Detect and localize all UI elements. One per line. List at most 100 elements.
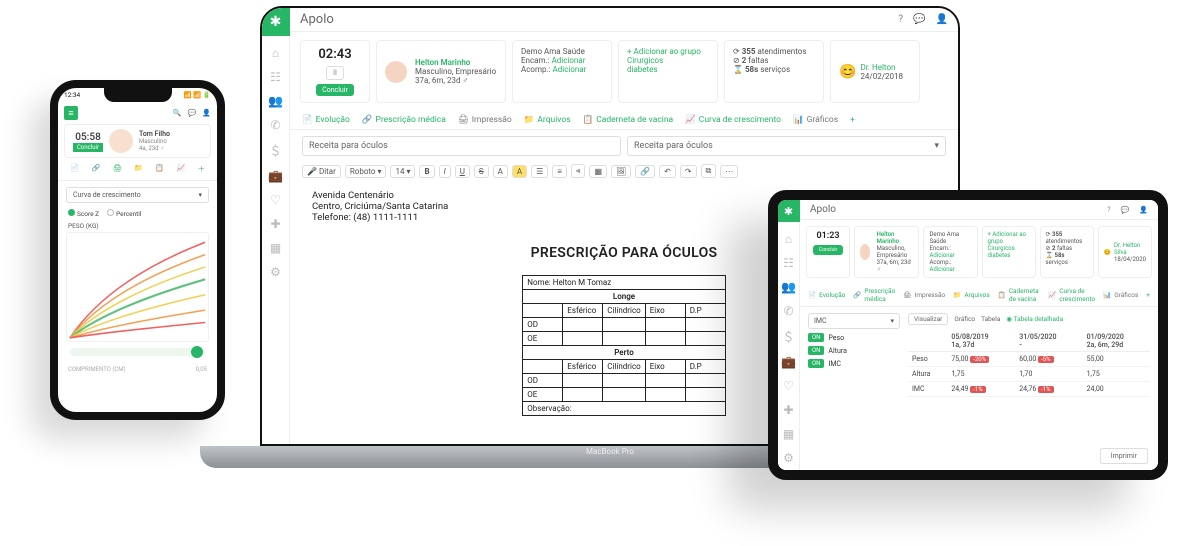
tablet-tab-graficos[interactable]: 📊 Gráficos xyxy=(1103,287,1138,303)
encam-add-link[interactable]: Adicionar xyxy=(552,56,586,65)
tab-icon-6[interactable]: 📈 xyxy=(177,164,186,174)
tab-icon-7[interactable]: ＋ xyxy=(198,164,205,174)
doc-template-select[interactable]: Receita para óculos▾ xyxy=(627,136,946,156)
dollar-icon[interactable]: ＄ xyxy=(269,142,281,159)
table-icon[interactable]: ▦ xyxy=(589,165,607,178)
tablet-tab-curva[interactable]: 📈 Curva de crescimento xyxy=(1048,287,1095,303)
textcolor-button[interactable]: A xyxy=(493,165,508,178)
tag-peso[interactable]: ONPeso xyxy=(808,333,900,342)
group-tag-2[interactable]: diabetes xyxy=(627,65,709,74)
size-select[interactable]: 14 ▾ xyxy=(390,165,415,178)
tablet-tab-prescricao[interactable]: 🔗 Prescrição médica xyxy=(853,287,895,303)
concluir-button[interactable]: Concluir xyxy=(316,84,354,96)
redo-icon[interactable]: ↷ xyxy=(680,165,697,178)
briefcase-icon[interactable]: 💼 xyxy=(268,169,283,183)
dollar-icon[interactable]: ＄ xyxy=(782,328,794,345)
tablet-tab-caderneta[interactable]: 📋 Caderneta de vacina xyxy=(998,287,1040,303)
tablet-metric-select[interactable]: IMC▾ xyxy=(808,313,900,329)
app-logo-icon[interactable]: ✱ xyxy=(778,200,800,222)
phone-concluir-button[interactable]: Concluir xyxy=(73,143,103,152)
tab-graficos[interactable]: 📊 Gráficos xyxy=(793,115,838,125)
heart-icon[interactable]: ♡ xyxy=(270,193,281,207)
users-icon[interactable]: 👥 xyxy=(268,94,283,108)
briefcase-icon[interactable]: 💼 xyxy=(781,355,796,369)
chat-icon[interactable]: 💬 xyxy=(188,109,197,117)
avatar-icon[interactable]: 👤 xyxy=(202,109,211,117)
tab-arquivos[interactable]: 📁 Arquivos xyxy=(524,115,571,125)
visualizar-button[interactable]: Visualizar xyxy=(908,313,948,325)
view-tabela[interactable]: Tabela xyxy=(981,315,1000,323)
view-grafico[interactable]: Gráfico xyxy=(954,315,975,323)
heart-icon[interactable]: ♡ xyxy=(783,379,794,393)
tablet-acomp-link[interactable]: Adicionar xyxy=(929,266,954,273)
radio-percentil[interactable]: Percentil xyxy=(107,209,141,218)
align-icon[interactable]: ⫷ xyxy=(571,164,586,178)
phone-icon[interactable]: ✆ xyxy=(783,304,793,318)
link-icon[interactable]: 🔗 xyxy=(635,165,655,178)
font-select[interactable]: Roboto ▾ xyxy=(345,165,387,178)
doc-title-input[interactable]: Receita para óculos xyxy=(302,136,621,156)
app-logo-icon[interactable]: ✱ xyxy=(262,8,290,36)
tag-altura[interactable]: ONAltura xyxy=(808,346,900,355)
chat-icon[interactable]: 💬 xyxy=(1121,206,1130,214)
calendar-icon[interactable]: ☷ xyxy=(270,70,281,84)
tab-icon-3[interactable]: 🖨 xyxy=(113,164,122,174)
gear-icon[interactable]: ⚙ xyxy=(783,451,794,465)
tab-caderneta[interactable]: 📋 Caderneta de vacina xyxy=(583,115,674,125)
users-icon[interactable]: 👥 xyxy=(781,280,796,294)
home-icon[interactable]: ⌂ xyxy=(785,232,792,246)
gear-icon[interactable]: ⚙ xyxy=(270,265,281,279)
italic-button[interactable]: I xyxy=(439,165,451,178)
health-icon[interactable]: ✚ xyxy=(783,403,793,417)
user-avatar-icon[interactable]: 👤 xyxy=(936,14,948,25)
ditar-button[interactable]: 🎤 Ditar xyxy=(302,165,341,178)
chat-icon[interactable]: 💬 xyxy=(913,14,925,25)
help-icon[interactable]: ? xyxy=(898,14,903,25)
strike-button[interactable]: S xyxy=(474,165,489,178)
hamburger-icon[interactable]: ≡ xyxy=(64,106,78,120)
tab-evolucao[interactable]: 📄 Evolução xyxy=(302,115,350,125)
tablet-patient-name[interactable]: Helton Marinho xyxy=(877,231,914,245)
image-icon[interactable]: 🖼 xyxy=(611,165,631,178)
grid-icon[interactable]: ▦ xyxy=(270,241,281,255)
help-icon[interactable]: ? xyxy=(1107,206,1110,214)
user-avatar-icon[interactable]: 👤 xyxy=(1139,206,1148,214)
tablet-concluir-button[interactable]: Concluir xyxy=(813,245,843,255)
tablet-encam-link[interactable]: Adicionar xyxy=(929,252,954,259)
underline-button[interactable]: U xyxy=(455,165,470,178)
health-icon[interactable]: ✚ xyxy=(270,217,280,231)
undo-icon[interactable]: ↶ xyxy=(659,165,676,178)
imprimir-button[interactable]: Imprimir xyxy=(1100,448,1148,464)
tablet-tab-impressao[interactable]: 🖨 Impressão xyxy=(903,287,945,303)
tab-icon-1[interactable]: 📄 xyxy=(70,164,79,174)
tab-add[interactable]: + xyxy=(850,115,855,125)
copy-icon[interactable]: ⧉ xyxy=(701,164,717,178)
tablet-tab-arquivos[interactable]: 📁 Arquivos xyxy=(953,287,990,303)
tablet-tab-add[interactable]: + xyxy=(1146,287,1150,303)
home-icon[interactable]: ⌂ xyxy=(272,46,279,60)
radio-scorez[interactable]: Score Z xyxy=(68,209,99,218)
more-icon[interactable]: ⋯ xyxy=(720,165,738,178)
tablet-add-group[interactable]: + Adicionar ao grupo xyxy=(988,231,1030,245)
pause-button[interactable]: II xyxy=(326,66,344,80)
search-icon[interactable]: 🔍 xyxy=(173,109,182,117)
add-group-link[interactable]: + Adicionar ao grupo xyxy=(627,47,709,56)
tab-curva[interactable]: 📈 Curva de crescimento xyxy=(685,115,781,125)
tab-icon-5[interactable]: 📋 xyxy=(155,164,164,174)
acomp-add-link[interactable]: Adicionar xyxy=(553,65,587,74)
highlight-button[interactable]: A xyxy=(512,165,527,178)
tag-imc[interactable]: ONIMC xyxy=(808,359,900,368)
view-detalhada[interactable]: ◉ Tabela detalhada xyxy=(1006,315,1063,323)
tablet-tab-evolucao[interactable]: 📄 Evolução xyxy=(808,287,845,303)
group-tag-1[interactable]: Cirurgicos xyxy=(627,56,709,65)
tab-impressao[interactable]: 🖨 Impressão xyxy=(458,115,512,125)
tab-icon-2[interactable]: 🔗 xyxy=(91,164,100,174)
phone-icon[interactable]: ✆ xyxy=(270,118,280,132)
calendar-icon[interactable]: ☷ xyxy=(783,256,794,270)
phone-chart-select[interactable]: Curva de crescimento▾ xyxy=(66,187,209,203)
patient-name[interactable]: Helton Marinho xyxy=(415,58,496,67)
bold-button[interactable]: B xyxy=(419,165,434,178)
bullet-icon[interactable]: ☰ xyxy=(531,165,548,178)
phone-slider[interactable] xyxy=(70,348,205,356)
numlist-icon[interactable]: ≡ xyxy=(552,165,567,178)
